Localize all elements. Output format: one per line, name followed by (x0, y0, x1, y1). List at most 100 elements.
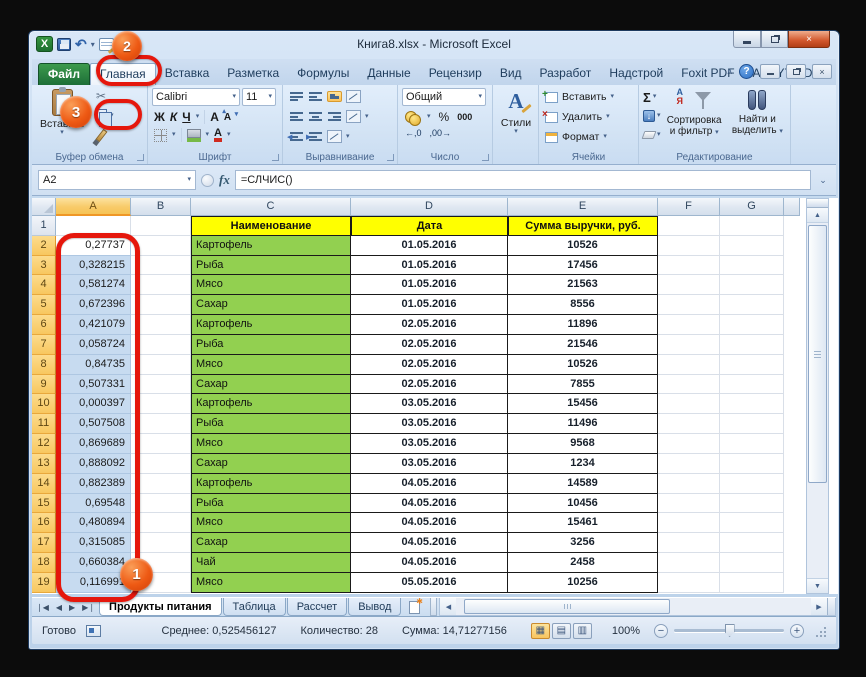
help-icon[interactable]: ? (739, 64, 754, 79)
cell-E1[interactable]: Сумма выручки, руб. (508, 216, 658, 236)
last-sheet-button[interactable]: ▶❘ (82, 603, 95, 612)
cell-B9[interactable] (131, 375, 191, 395)
cell-F19[interactable] (658, 573, 720, 593)
align-bottom-icon[interactable] (327, 91, 342, 102)
row-header-18[interactable]: 18 (32, 553, 56, 573)
format-painter-button[interactable] (96, 127, 114, 144)
cell-G16[interactable] (720, 513, 784, 533)
normal-view-button[interactable]: ▦ (531, 623, 550, 639)
cell-F7[interactable] (658, 335, 720, 355)
cell-C15[interactable]: Рыба (191, 494, 351, 514)
cell-A15[interactable]: 0,69548 (56, 494, 131, 514)
row-header-19[interactable]: 19 (32, 573, 56, 593)
horizontal-scroll-track[interactable] (456, 598, 811, 615)
cell-D1[interactable]: Дата (351, 216, 508, 236)
cell-A8[interactable]: 0,84735 (56, 355, 131, 375)
cell-G15[interactable] (720, 494, 784, 514)
underline-caret-icon[interactable]: ▾ (196, 114, 200, 120)
number-format-select[interactable]: Общий▾ (402, 88, 486, 106)
cell-F8[interactable] (658, 355, 720, 375)
row-header-6[interactable]: 6 (32, 315, 56, 335)
column-header-A[interactable]: A (56, 198, 131, 216)
page-layout-view-button[interactable]: ▤ (552, 623, 571, 639)
cell-F11[interactable] (658, 414, 720, 434)
borders-icon[interactable] (154, 129, 167, 142)
merge-center-icon[interactable] (346, 110, 361, 123)
workbook-minimize-button[interactable] (760, 64, 780, 79)
cell-F2[interactable] (658, 236, 720, 256)
row-header-14[interactable]: 14 (32, 474, 56, 494)
cell-F3[interactable] (658, 256, 720, 276)
cell-E2[interactable]: 10526 (508, 236, 658, 256)
fill-button[interactable]: ↓ ▾ (643, 108, 661, 124)
font-dialog-launcher[interactable] (272, 154, 279, 161)
cell-F13[interactable] (658, 454, 720, 474)
cell-A17[interactable]: 0,315085 (56, 533, 131, 553)
cell-F16[interactable] (658, 513, 720, 533)
clear-button[interactable]: ▾ (643, 127, 661, 143)
fx-icon[interactable]: fx (219, 172, 230, 188)
vertical-scroll-thumb[interactable] (808, 225, 827, 483)
cell-E13[interactable]: 1234 (508, 454, 658, 474)
row-header-11[interactable]: 11 (32, 414, 56, 434)
scroll-right-icon[interactable]: ▶ (811, 598, 827, 615)
cell-F9[interactable] (658, 375, 720, 395)
scroll-left-icon[interactable]: ◀ (440, 598, 456, 615)
cell-B12[interactable] (131, 434, 191, 454)
borders-caret-icon[interactable]: ▾ (172, 132, 176, 138)
cell-G7[interactable] (720, 335, 784, 355)
sheet-tab-рассчет[interactable]: Рассчет (287, 598, 348, 616)
row-header-16[interactable]: 16 (32, 513, 56, 533)
ribbon-tab-формулы[interactable]: Формулы (288, 63, 358, 85)
row-header-10[interactable]: 10 (32, 394, 56, 414)
cell-E10[interactable]: 15456 (508, 394, 658, 414)
row-header-17[interactable]: 17 (32, 533, 56, 553)
cell-C5[interactable]: Сахар (191, 295, 351, 315)
insert-sheet-button[interactable] (402, 598, 426, 616)
cell-F17[interactable] (658, 533, 720, 553)
cell-B19[interactable] (131, 573, 191, 593)
ribbon-tab-надстрой[interactable]: Надстрой (600, 63, 672, 85)
cell-E6[interactable]: 11896 (508, 315, 658, 335)
cell-D14[interactable]: 04.05.2016 (351, 474, 508, 494)
cell-D7[interactable]: 02.05.2016 (351, 335, 508, 355)
font-color-caret-icon[interactable]: ▾ (227, 132, 231, 138)
cell-B1[interactable] (131, 216, 191, 236)
column-header-F[interactable]: F (658, 198, 720, 216)
cell-D11[interactable]: 03.05.2016 (351, 414, 508, 434)
cell-F12[interactable] (658, 434, 720, 454)
paste-button[interactable]: Вставить ▾ (40, 89, 84, 136)
cell-B2[interactable] (131, 236, 191, 256)
ribbon-tab-данные[interactable]: Данные (358, 63, 419, 85)
prev-sheet-button[interactable]: ◀ (56, 603, 62, 612)
align-middle-icon[interactable] (308, 91, 323, 102)
cell-D17[interactable]: 04.05.2016 (351, 533, 508, 553)
cell-C14[interactable]: Картофель (191, 474, 351, 494)
cell-D3[interactable]: 01.05.2016 (351, 256, 508, 276)
autosum-button[interactable]: Σ ▾ (643, 89, 661, 105)
merge-caret-icon[interactable]: ▾ (365, 114, 369, 120)
cell-G8[interactable] (720, 355, 784, 375)
align-center-icon[interactable] (308, 111, 323, 122)
cell-G10[interactable] (720, 394, 784, 414)
cell-C17[interactable]: Сахар (191, 533, 351, 553)
cell-E8[interactable]: 10526 (508, 355, 658, 375)
cell-E12[interactable]: 9568 (508, 434, 658, 454)
cell-D8[interactable]: 02.05.2016 (351, 355, 508, 375)
currency-caret-icon[interactable]: ▾ (427, 114, 431, 120)
cell-A10[interactable]: 0,000397 (56, 394, 131, 414)
row-header-15[interactable]: 15 (32, 494, 56, 514)
minimize-button[interactable] (733, 31, 761, 48)
cell-G1[interactable] (720, 216, 784, 236)
cell-F10[interactable] (658, 394, 720, 414)
comma-style-button[interactable]: 000 (457, 112, 472, 122)
cell-D12[interactable]: 03.05.2016 (351, 434, 508, 454)
align-top-icon[interactable] (289, 91, 304, 102)
cell-A3[interactable]: 0,328215 (56, 256, 131, 276)
cell-B18[interactable] (131, 553, 191, 573)
cell-G4[interactable] (720, 275, 784, 295)
sheet-tab-вывод[interactable]: Вывод (348, 598, 401, 616)
cell-A14[interactable]: 0,882389 (56, 474, 131, 494)
row-header-12[interactable]: 12 (32, 434, 56, 454)
cell-A13[interactable]: 0,888092 (56, 454, 131, 474)
